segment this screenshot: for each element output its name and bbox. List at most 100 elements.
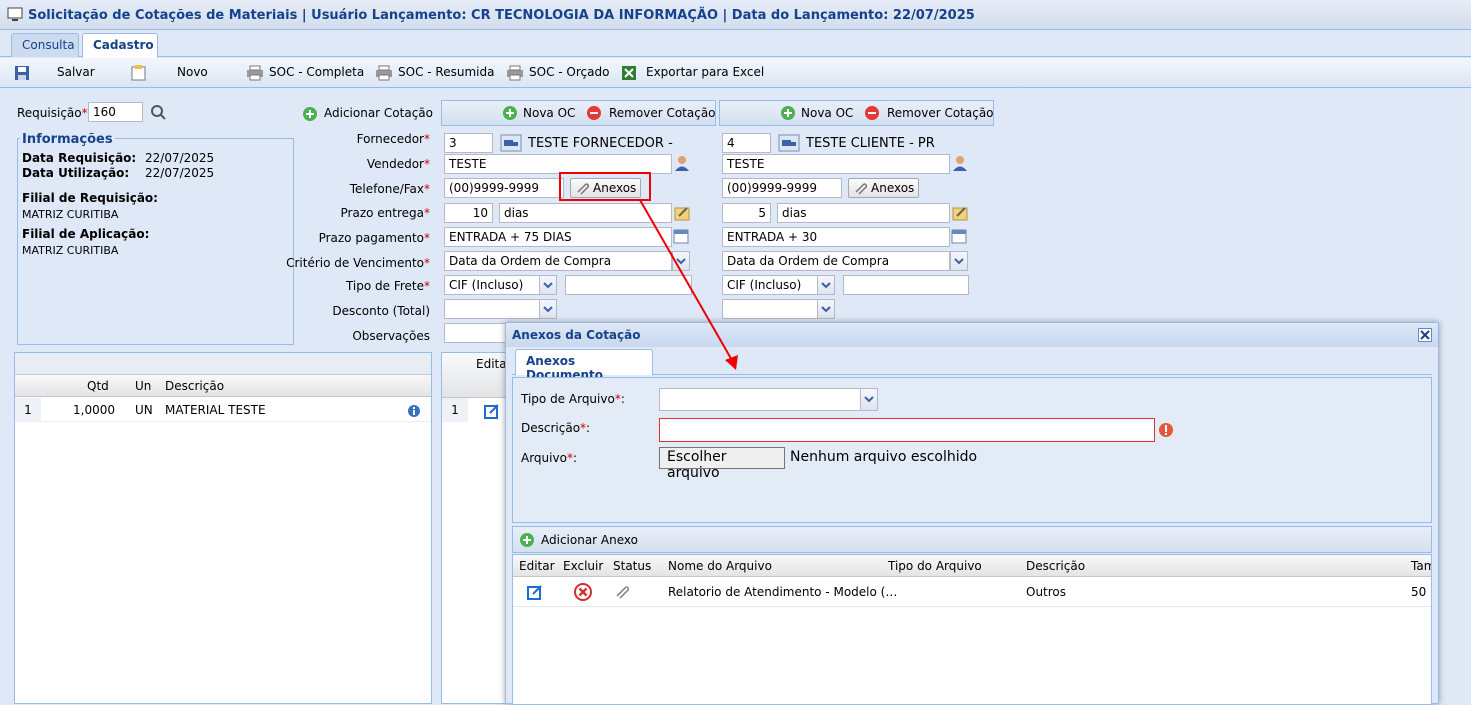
supplier2-desconto-select[interactable] xyxy=(722,299,818,319)
filial-requisicao-label: Filial de Requisição: xyxy=(22,191,158,205)
supplier2-codigo-input[interactable] xyxy=(722,133,771,153)
chevron-down-icon[interactable] xyxy=(539,299,557,319)
supplier1-criterio-select[interactable] xyxy=(444,251,672,271)
supplier2-dias-input[interactable] xyxy=(777,203,950,223)
calendar-icon[interactable] xyxy=(951,228,967,244)
soc-orcado-button[interactable]: SOC - Orçado xyxy=(529,65,609,79)
supplier1-telefone-input[interactable] xyxy=(444,178,564,198)
edit-note-icon[interactable] xyxy=(673,204,691,222)
error-icon xyxy=(1159,423,1173,437)
col-descricao[interactable]: Descrição xyxy=(1026,559,1085,573)
supplier1-vendedor-input[interactable] xyxy=(444,154,672,174)
chevron-down-icon[interactable] xyxy=(817,299,835,319)
supplier1-desconto-select[interactable] xyxy=(444,299,540,319)
user-icon[interactable] xyxy=(951,154,969,172)
supplier1-pagamento-input[interactable] xyxy=(444,227,672,247)
col-editar[interactable]: Edita xyxy=(476,357,507,371)
items-grid: Qtd Un Descrição 1 1,0000 UN MATERIAL TE… xyxy=(14,352,432,704)
tipo-arquivo-select[interactable] xyxy=(659,388,861,411)
soc-resumida-button[interactable]: SOC - Resumida xyxy=(398,65,494,79)
user-icon[interactable] xyxy=(673,154,691,172)
edit-icon[interactable] xyxy=(527,584,543,600)
printer-icon xyxy=(247,65,263,81)
supplier2-telefone-input[interactable] xyxy=(722,178,842,198)
choose-file-button[interactable]: Escolher arquivo xyxy=(659,447,785,481)
chevron-down-icon[interactable] xyxy=(860,388,878,411)
window-title: Solicitação de Cotações de Materiais | U… xyxy=(28,8,975,23)
close-icon[interactable] xyxy=(1418,328,1432,342)
save-icon xyxy=(15,66,29,80)
filial-aplicacao-label: Filial de Aplicação: xyxy=(22,227,150,241)
observacoes-label: Observações xyxy=(352,329,430,343)
tab-consulta[interactable]: Consulta xyxy=(11,33,79,57)
adicionar-anexo-button[interactable]: Adicionar Anexo xyxy=(541,533,638,547)
col-tipo-arquivo[interactable]: Tipo do Arquivo xyxy=(888,559,982,573)
new-button[interactable]: Novo xyxy=(177,65,208,79)
item-qtd: 1,0000 xyxy=(73,403,115,417)
edit-note-icon[interactable] xyxy=(951,204,969,222)
soc-completa-button[interactable]: SOC - Completa xyxy=(269,65,364,79)
save-button[interactable]: Salvar xyxy=(57,65,95,79)
telefone-label: Telefone/Fax* xyxy=(349,182,430,196)
tab-strip: Consulta Cadastro xyxy=(0,30,1471,58)
info-icon[interactable] xyxy=(407,404,421,418)
edit-icon[interactable] xyxy=(484,403,500,419)
col-un[interactable]: Un xyxy=(135,379,151,393)
supplier2-criterio-select[interactable] xyxy=(722,251,950,271)
prazo-pagamento-label: Prazo pagamento* xyxy=(318,231,430,245)
supplier2-prazo-input[interactable] xyxy=(722,203,771,223)
chevron-down-icon[interactable] xyxy=(539,275,557,295)
adicionar-cotacao-button[interactable]: Adicionar Cotação xyxy=(324,106,433,120)
supplier1-codigo-input[interactable] xyxy=(444,133,493,153)
item-un: UN xyxy=(135,403,153,417)
supplier2-remover-button[interactable]: Remover Cotação xyxy=(887,106,994,120)
supplier2-frete-select[interactable] xyxy=(722,275,818,295)
col-excluir[interactable]: Excluir xyxy=(563,559,603,573)
export-excel-button[interactable]: Exportar para Excel xyxy=(646,65,764,79)
supplier2-vendedor-input[interactable] xyxy=(722,154,950,174)
supplier1-nova-oc-button[interactable]: Nova OC xyxy=(523,106,575,120)
vendedor-label: Vendedor* xyxy=(366,157,430,171)
supplier1-frete-valor-input[interactable] xyxy=(565,275,692,295)
col-editar[interactable]: Editar xyxy=(519,559,555,573)
search-icon[interactable] xyxy=(150,104,166,120)
tab-anexos-documento[interactable]: Anexos Documento xyxy=(515,349,653,382)
truck-icon[interactable] xyxy=(500,134,522,152)
supplier2-nova-oc-button[interactable]: Nova OC xyxy=(801,106,853,120)
supplier1-remover-button[interactable]: Remover Cotação xyxy=(609,106,716,120)
add-icon xyxy=(503,106,517,120)
paperclip-icon xyxy=(616,586,630,599)
chevron-down-icon[interactable] xyxy=(672,251,690,271)
table-row[interactable]: Relatorio de Atendimento - Modelo (… Out… xyxy=(513,577,1431,607)
supplier1-nome: TESTE FORNECEDOR - xyxy=(528,136,673,151)
table-row[interactable]: 1 1,0000 UN MATERIAL TESTE xyxy=(15,398,431,422)
col-descricao[interactable]: Descrição xyxy=(165,379,224,393)
calendar-icon[interactable] xyxy=(673,228,689,244)
anexos-toolbar: Adicionar Anexo xyxy=(512,526,1432,553)
supplier1-frete-select[interactable] xyxy=(444,275,540,295)
supplier1-anexos-button[interactable]: Anexos xyxy=(570,178,641,198)
add-icon xyxy=(520,533,534,547)
supplier2-anexos-button[interactable]: Anexos xyxy=(848,178,919,198)
supplier1-prazo-input[interactable] xyxy=(444,203,493,223)
supplier2-frete-valor-input[interactable] xyxy=(843,275,969,295)
supplier1-dias-input[interactable] xyxy=(499,203,672,223)
delete-icon[interactable] xyxy=(574,583,592,601)
supplier1-observacoes-input[interactable] xyxy=(444,323,506,343)
col-tamanho[interactable]: Tam xyxy=(1411,559,1431,573)
paperclip-icon xyxy=(577,183,589,195)
prazo-entrega-label: Prazo entrega* xyxy=(340,206,430,220)
chevron-down-icon[interactable] xyxy=(950,251,968,271)
anexos-modal: Anexos da Cotação Anexos Documento Tipo … xyxy=(505,322,1439,705)
chevron-down-icon[interactable] xyxy=(817,275,835,295)
col-qtd[interactable]: Qtd xyxy=(87,379,109,393)
tab-cadastro[interactable]: Cadastro xyxy=(82,33,158,58)
truck-icon[interactable] xyxy=(778,134,800,152)
col-nome-arquivo[interactable]: Nome do Arquivo xyxy=(668,559,772,573)
col-status[interactable]: Status xyxy=(613,559,651,573)
supplier2-pagamento-input[interactable] xyxy=(722,227,950,247)
descricao-input[interactable] xyxy=(659,418,1155,442)
requisicao-input[interactable] xyxy=(88,102,143,122)
modal-title: Anexos da Cotação xyxy=(506,323,1438,347)
data-requisicao-value: 22/07/2025 xyxy=(145,151,215,165)
